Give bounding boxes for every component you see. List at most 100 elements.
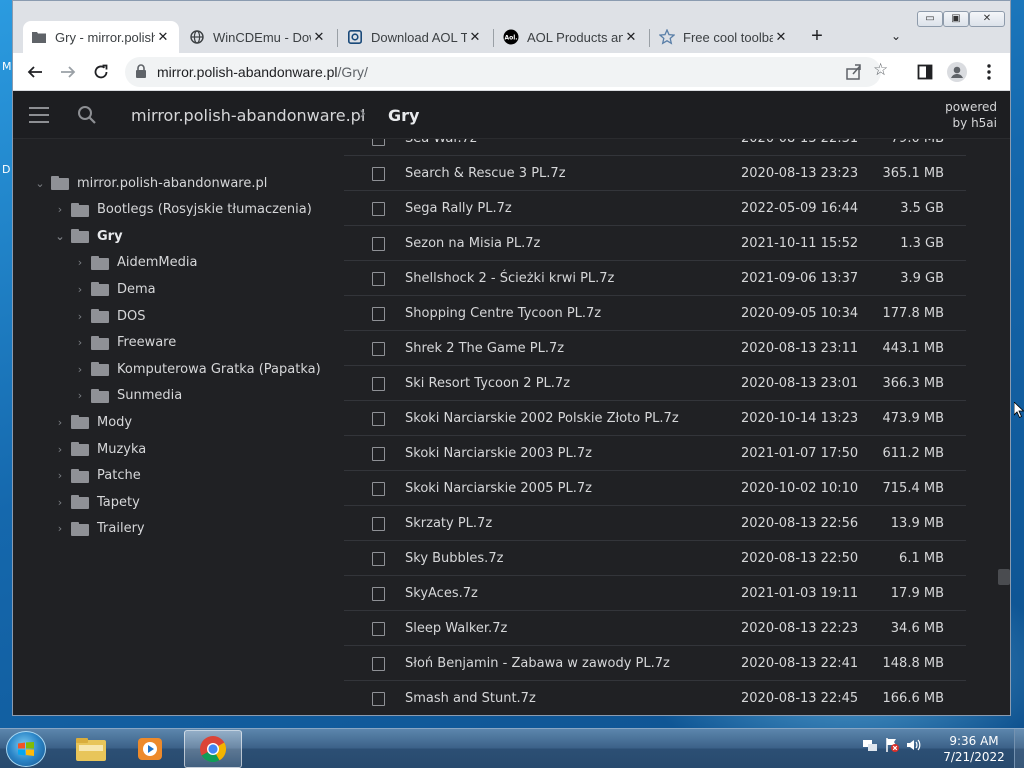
tree-item[interactable]: › AidemMedia: [73, 253, 198, 273]
forward-button[interactable]: [56, 60, 80, 84]
chevron-right-icon[interactable]: ›: [53, 443, 67, 456]
close-tab-icon[interactable]: ✕: [467, 29, 483, 45]
chevron-right-icon[interactable]: ›: [73, 363, 87, 376]
file-date: 2020-08-13 23:11: [741, 341, 859, 356]
start-button[interactable]: [6, 731, 46, 767]
minimize-button[interactable]: ▭: [917, 11, 943, 27]
speaker-volume-icon[interactable]: [906, 737, 922, 753]
action-center-flag-icon[interactable]: [884, 737, 900, 753]
tree-item[interactable]: ⌄ mirror.polish-abandonware.pl: [33, 173, 267, 193]
file-row[interactable]: Sky Bubbles.7z 2020-08-13 22:50 6.1 MB: [344, 541, 966, 576]
file-row[interactable]: Ski Resort Tycoon 2 PL.7z 2020-08-13 23:0…: [344, 366, 966, 401]
tree-item[interactable]: › Tapety: [53, 492, 140, 512]
hamburger-menu-icon[interactable]: [29, 107, 49, 123]
tree-item-label: Freeware: [117, 335, 177, 351]
maximize-button[interactable]: ▣: [943, 11, 969, 27]
tree-item[interactable]: › Dema: [73, 279, 156, 299]
file-row[interactable]: Shrek 2 The Game PL.7z 2020-08-13 23:11 44…: [344, 331, 966, 366]
taskbar-chrome[interactable]: [184, 730, 242, 768]
close-tab-icon[interactable]: ✕: [311, 29, 327, 45]
file-icon: [372, 412, 385, 426]
file-row[interactable]: Sleep Walker.7z 2020-08-13 22:23 34.6 MB: [344, 611, 966, 646]
folder-icon: [91, 388, 109, 403]
share-icon[interactable]: [845, 63, 863, 81]
taskbar-file-explorer[interactable]: [62, 730, 120, 768]
tab-download-aol[interactable]: Download AOL Toolbar ✕: [339, 21, 491, 53]
tree-item-label: Komputerowa Gratka (Papatka): [117, 361, 321, 377]
new-tab-button[interactable]: +: [805, 25, 829, 49]
tab-aol-products[interactable]: Aol. AOL Products and Services ✕: [495, 21, 647, 53]
file-row[interactable]: Smash and Stunt.7z 2020-08-13 22:45 166.6 …: [344, 681, 966, 715]
close-tab-icon[interactable]: ✕: [623, 29, 639, 45]
tree-item[interactable]: › Komputerowa Gratka (Papatka): [73, 359, 321, 379]
file-size: 366.3 MB: [882, 376, 944, 391]
system-clock[interactable]: 9:36 AM 7/21/2022: [936, 733, 1012, 765]
file-icon: [372, 139, 385, 146]
file-row[interactable]: Słoń Benjamin - Zabawa w zawody PL.7z 202…: [344, 646, 966, 681]
file-row[interactable]: SkyAces.7z 2021-01-03 19:11 17.9 MB: [344, 576, 966, 611]
close-tab-icon[interactable]: ✕: [773, 29, 789, 45]
file-row[interactable]: Skoki Narciarskie 2002 Polskie Złoto PL.…: [344, 401, 966, 436]
file-row[interactable]: Skoki Narciarskie 2003 PL.7z 2021-01-07 1…: [344, 436, 966, 471]
file-icon: [372, 377, 385, 391]
tree-item[interactable]: › Muzyka: [53, 439, 146, 459]
tree-item[interactable]: › DOS: [73, 306, 146, 326]
chevron-right-icon[interactable]: ›: [73, 389, 87, 402]
close-tab-icon[interactable]: ✕: [155, 29, 171, 45]
tree-item[interactable]: › Sunmedia: [73, 386, 182, 406]
file-row[interactable]: Sega Rally PL.7z 2022-05-09 16:44 3.5 GB: [344, 191, 966, 226]
tab-search-button[interactable]: ⌄: [885, 25, 907, 47]
chevron-right-icon[interactable]: ›: [73, 336, 87, 349]
chevron-right-icon[interactable]: ›: [53, 203, 67, 216]
menu-button[interactable]: [977, 60, 1001, 84]
powered-by[interactable]: powered by h5ai: [945, 99, 997, 131]
side-panel-button[interactable]: [913, 60, 937, 84]
file-explorer-icon: [76, 738, 106, 761]
file-row[interactable]: Skoki Narciarskie 2005 PL.7z 2020-10-02 1…: [344, 471, 966, 506]
back-button[interactable]: [23, 60, 47, 84]
file-row[interactable]: Skrzaty PL.7z 2020-08-13 22:56 13.9 MB: [344, 506, 966, 541]
profile-button[interactable]: [945, 60, 969, 84]
file-row[interactable]: Sea War.7z 2020-08-13 22:31 79.0 MB: [344, 139, 966, 156]
tree-item[interactable]: › Freeware: [73, 333, 176, 353]
folder-icon: [71, 442, 89, 456]
tree-item[interactable]: › Patche: [53, 466, 141, 486]
tab-wincdemu[interactable]: WinCDEmu - Download ✕: [181, 21, 335, 53]
url-text[interactable]: mirror.polish-abandonware.pl/Gry/: [157, 64, 368, 80]
chevron-down-icon[interactable]: ⌄: [53, 230, 67, 243]
taskbar: 9:36 AM 7/21/2022: [0, 728, 1024, 768]
chevron-down-icon[interactable]: ⌄: [33, 177, 47, 190]
file-name: Sega Rally PL.7z: [405, 201, 512, 216]
chevron-right-icon[interactable]: ›: [73, 310, 87, 323]
tree-item[interactable]: › Mody: [53, 412, 132, 432]
scrollbar-thumb[interactable]: [998, 569, 1010, 585]
file-row[interactable]: Sezon na Misia PL.7z 2021-10-11 15:52 1.3 …: [344, 226, 966, 261]
tab-free-toolbar[interactable]: Free cool toolbar ✕: [651, 21, 797, 53]
breadcrumb-root[interactable]: mirror.polish-abandonware.pl: [131, 106, 365, 125]
file-row[interactable]: Shellshock 2 - Ścieżki krwi PL.7z 2021-09…: [344, 261, 966, 296]
tree-item[interactable]: ⌄ Gry: [53, 226, 122, 246]
chevron-right-icon[interactable]: ›: [53, 469, 67, 482]
chevron-right-icon[interactable]: ›: [73, 283, 87, 296]
breadcrumb-current[interactable]: Gry: [388, 106, 419, 125]
close-window-button[interactable]: ✕: [969, 11, 1005, 27]
file-date: 2020-10-02 10:10: [741, 481, 859, 496]
network-icon[interactable]: [862, 737, 878, 753]
chevron-right-icon[interactable]: ›: [73, 256, 87, 269]
chevron-right-icon[interactable]: ›: [53, 496, 67, 509]
search-icon[interactable]: [77, 105, 97, 125]
file-row[interactable]: Search & Rescue 3 PL.7z 2020-08-13 23:23 3…: [344, 156, 966, 191]
taskbar-media-player[interactable]: [122, 730, 180, 768]
bookmark-star-icon[interactable]: ☆: [873, 60, 888, 80]
chevron-right-icon[interactable]: ›: [53, 522, 67, 535]
show-desktop-button[interactable]: [1014, 729, 1024, 768]
tree-item[interactable]: › Trailery: [53, 519, 145, 539]
tab-gry[interactable]: Gry - mirror.polish-abandonware.pl ✕: [23, 21, 179, 53]
file-row[interactable]: Shopping Centre Tycoon PL.7z 2020-09-05 1…: [344, 296, 966, 331]
lock-icon[interactable]: [135, 64, 151, 80]
reload-button[interactable]: [89, 60, 113, 84]
address-bar[interactable]: mirror.polish-abandonware.pl/Gry/ ☆: [125, 57, 888, 87]
folder-icon: [71, 229, 89, 244]
chevron-right-icon[interactable]: ›: [53, 416, 67, 429]
tree-item[interactable]: › Bootlegs (Rosyjskie tłumaczenia): [53, 200, 312, 220]
